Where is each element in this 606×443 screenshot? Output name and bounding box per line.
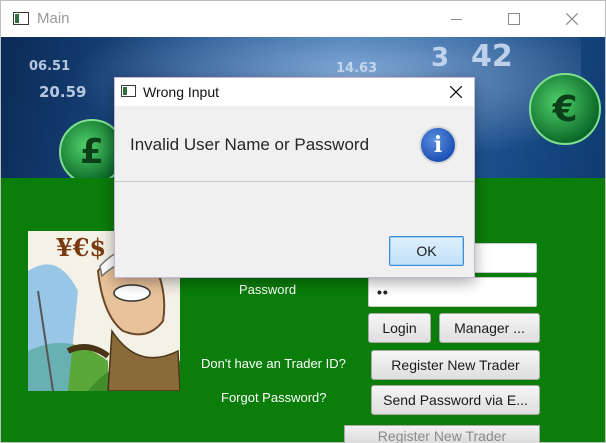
forgot-password-label: Forgot Password? [221,390,327,405]
close-button[interactable] [549,1,595,37]
main-titlebar[interactable]: Main [1,1,605,37]
window-title: Main [37,10,70,27]
info-icon: i [419,126,457,164]
register-new-trader-button[interactable]: Register New Trader [371,350,540,380]
login-button[interactable]: Login [368,313,431,343]
euro-coin-graphic: € [529,73,601,145]
dialog-header: Invalid User Name or Password i [115,106,474,182]
banner-number: 14.63 [336,61,378,76]
minimize-button[interactable] [433,1,479,37]
dialog-titlebar[interactable]: Wrong Input [115,78,474,106]
close-icon [566,13,578,25]
banner-number: 3 [431,43,450,73]
maximize-button[interactable] [491,1,537,37]
no-trader-id-label: Don't have an Trader ID? [201,356,346,371]
ok-button[interactable]: OK [389,236,464,266]
background-register-button: Register New Trader [344,425,540,443]
dialog-app-icon [121,85,136,97]
banner-number: 42 [471,39,513,74]
dialog-close-button[interactable] [439,78,473,106]
banner-number: 06.51 [29,59,71,74]
send-password-button[interactable]: Send Password via E... [371,385,540,415]
cartoon-currency-sign: ¥€$ [56,233,107,262]
banner-number: 20.59 [39,83,87,101]
wrong-input-dialog: Wrong Input Invalid User Name or Passwor… [114,77,475,278]
password-input[interactable]: •• [368,277,537,307]
dialog-message: Invalid User Name or Password [130,135,370,154]
manager-button[interactable]: Manager ... [439,313,540,343]
password-label: Password [239,282,297,297]
dialog-title: Wrong Input [143,84,220,100]
app-icon [13,12,29,25]
close-icon [450,86,462,98]
